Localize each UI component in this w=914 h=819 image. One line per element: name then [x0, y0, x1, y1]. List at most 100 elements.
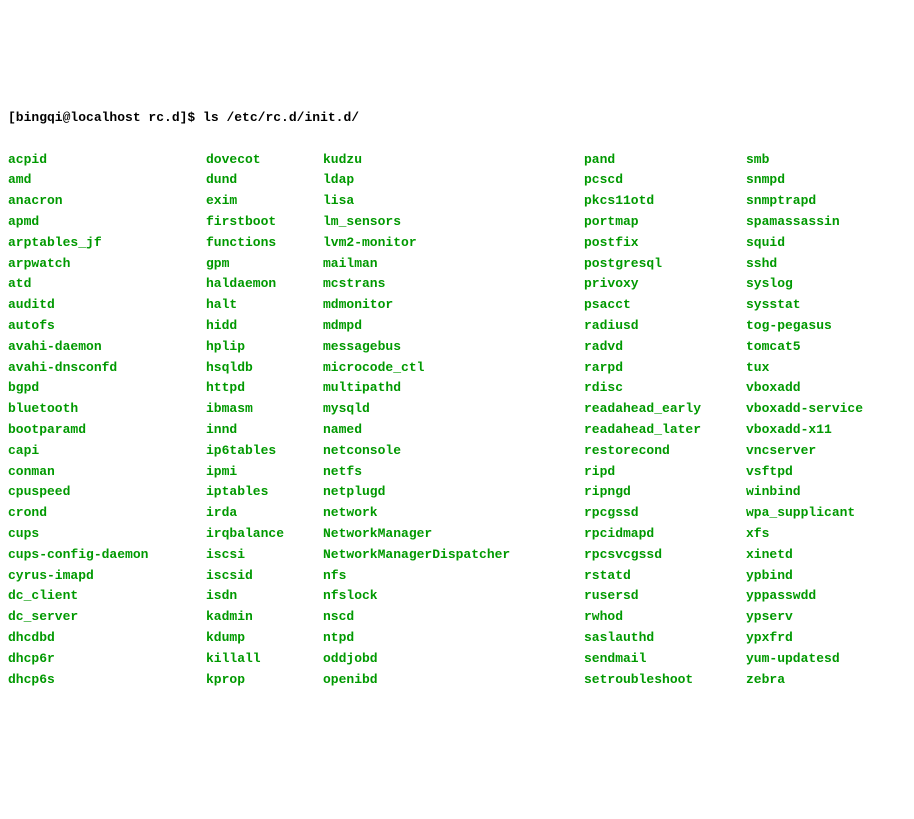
file-listing: acpidamdanacronapmdarptables_jfarpwatcha… — [8, 150, 906, 691]
file-entry: crond — [8, 503, 206, 524]
file-entry: lm_sensors — [323, 212, 584, 233]
file-entry: pand — [584, 150, 746, 171]
file-entry: rarpd — [584, 358, 746, 379]
file-entry: netfs — [323, 462, 584, 483]
file-entry: restorecond — [584, 441, 746, 462]
file-entry: lisa — [323, 191, 584, 212]
file-entry: postgresql — [584, 254, 746, 275]
file-entry: squid — [746, 233, 863, 254]
file-entry: iscsid — [206, 566, 323, 587]
file-entry: gpm — [206, 254, 323, 275]
file-entry: rdisc — [584, 378, 746, 399]
file-entry: network — [323, 503, 584, 524]
file-entry: functions — [206, 233, 323, 254]
file-entry: snmpd — [746, 170, 863, 191]
file-entry: conman — [8, 462, 206, 483]
file-entry: pcscd — [584, 170, 746, 191]
file-entry: NetworkManager — [323, 524, 584, 545]
file-entry: oddjobd — [323, 649, 584, 670]
file-entry: ntpd — [323, 628, 584, 649]
terminal-output: [bingqi@localhost rc.d]$ ls /etc/rc.d/in… — [8, 87, 906, 711]
file-entry: setroubleshoot — [584, 670, 746, 691]
file-entry: radvd — [584, 337, 746, 358]
listing-col-3: kudzuldaplisalm_sensorslvm2-monitormailm… — [323, 150, 584, 691]
file-entry: rstatd — [584, 566, 746, 587]
file-entry: avahi-dnsconfd — [8, 358, 206, 379]
file-entry: pkcs11otd — [584, 191, 746, 212]
file-entry: xfs — [746, 524, 863, 545]
file-entry: ypxfrd — [746, 628, 863, 649]
file-entry: psacct — [584, 295, 746, 316]
file-entry: capi — [8, 441, 206, 462]
file-entry: yum-updatesd — [746, 649, 863, 670]
file-entry: spamassassin — [746, 212, 863, 233]
file-entry: atd — [8, 274, 206, 295]
file-entry: ripngd — [584, 482, 746, 503]
file-entry: kadmin — [206, 607, 323, 628]
file-entry: firstboot — [206, 212, 323, 233]
file-entry: dhcdbd — [8, 628, 206, 649]
file-entry: amd — [8, 170, 206, 191]
file-entry: ripd — [584, 462, 746, 483]
file-entry: portmap — [584, 212, 746, 233]
file-entry: isdn — [206, 586, 323, 607]
file-entry: killall — [206, 649, 323, 670]
file-entry: kudzu — [323, 150, 584, 171]
file-entry: saslauthd — [584, 628, 746, 649]
file-entry: readahead_later — [584, 420, 746, 441]
file-entry: tomcat5 — [746, 337, 863, 358]
file-entry: tux — [746, 358, 863, 379]
file-entry: rpcidmapd — [584, 524, 746, 545]
file-entry: iscsi — [206, 545, 323, 566]
file-entry: radiusd — [584, 316, 746, 337]
file-entry: zebra — [746, 670, 863, 691]
file-entry: mdmonitor — [323, 295, 584, 316]
file-entry: openibd — [323, 670, 584, 691]
file-entry: readahead_early — [584, 399, 746, 420]
file-entry: irqbalance — [206, 524, 323, 545]
file-entry: ldap — [323, 170, 584, 191]
file-entry: privoxy — [584, 274, 746, 295]
file-entry: dovecot — [206, 150, 323, 171]
file-entry: cyrus-imapd — [8, 566, 206, 587]
file-entry: nfslock — [323, 586, 584, 607]
file-entry: httpd — [206, 378, 323, 399]
file-entry: bootparamd — [8, 420, 206, 441]
file-entry: dhcp6s — [8, 670, 206, 691]
file-entry: cups — [8, 524, 206, 545]
file-entry: ip6tables — [206, 441, 323, 462]
listing-col-1: acpidamdanacronapmdarptables_jfarpwatcha… — [8, 150, 206, 691]
file-entry: vboxadd — [746, 378, 863, 399]
file-entry: netconsole — [323, 441, 584, 462]
file-entry: xinetd — [746, 545, 863, 566]
file-entry: autofs — [8, 316, 206, 337]
listing-col-2: dovecotdundeximfirstbootfunctionsgpmhald… — [206, 150, 323, 691]
file-entry: smb — [746, 150, 863, 171]
file-entry: named — [323, 420, 584, 441]
file-entry: mysqld — [323, 399, 584, 420]
file-entry: auditd — [8, 295, 206, 316]
file-entry: arpwatch — [8, 254, 206, 275]
listing-col-4: pandpcscdpkcs11otdportmappostfixpostgres… — [584, 150, 746, 691]
file-entry: hsqldb — [206, 358, 323, 379]
file-entry: vboxadd-service — [746, 399, 863, 420]
file-entry: acpid — [8, 150, 206, 171]
prompt-command: ls /etc/rc.d/init.d/ — [203, 110, 359, 125]
file-entry: mcstrans — [323, 274, 584, 295]
file-entry: rpcsvcgssd — [584, 545, 746, 566]
file-entry: kdump — [206, 628, 323, 649]
file-entry: halt — [206, 295, 323, 316]
file-entry: irda — [206, 503, 323, 524]
file-entry: mdmpd — [323, 316, 584, 337]
file-entry: syslog — [746, 274, 863, 295]
file-entry: dhcp6r — [8, 649, 206, 670]
file-entry: wpa_supplicant — [746, 503, 863, 524]
file-entry: NetworkManagerDispatcher — [323, 545, 584, 566]
file-entry: winbind — [746, 482, 863, 503]
file-entry: cpuspeed — [8, 482, 206, 503]
file-entry: lvm2-monitor — [323, 233, 584, 254]
file-entry: dc_client — [8, 586, 206, 607]
file-entry: cups-config-daemon — [8, 545, 206, 566]
file-entry: ypbind — [746, 566, 863, 587]
file-entry: tog-pegasus — [746, 316, 863, 337]
